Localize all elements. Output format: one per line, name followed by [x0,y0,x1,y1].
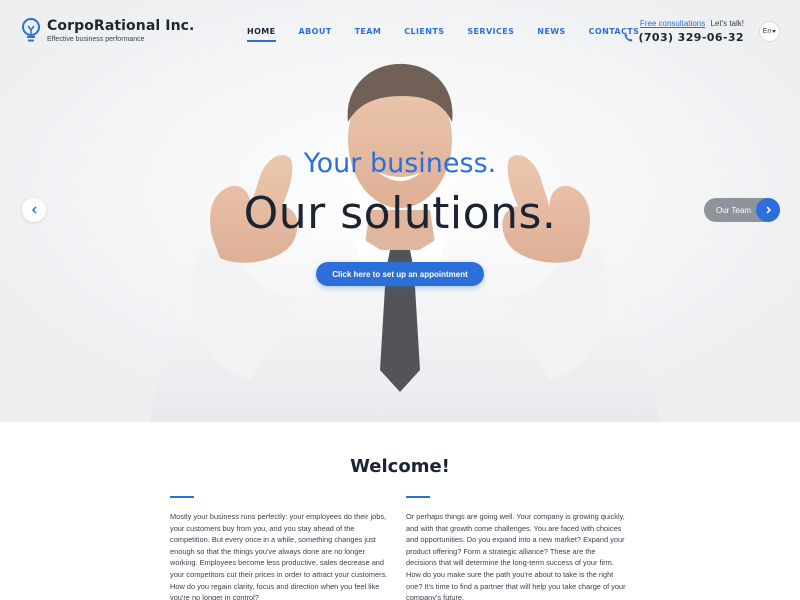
next-slide-circle [756,198,780,222]
nav-services[interactable]: SERVICES [467,25,514,42]
hero-title: Our solutions. [243,188,557,239]
caret-down-icon [772,30,777,33]
welcome-column-right: Or perhaps things are going well. Your c… [406,496,626,600]
nav-news[interactable]: NEWS [537,25,565,42]
hero-subtitle: Your business. [303,148,497,179]
header-contact: Free consultations Let's talk! (703) 329… [624,19,744,44]
lightbulb-icon [22,18,40,42]
welcome-title: Welcome! [350,456,450,477]
language-label: En [762,28,772,35]
next-slide-label: Our Team [716,205,751,215]
main-nav: HOME ABOUT TEAM CLIENTS SERVICES NEWS CO… [247,25,662,42]
nav-team[interactable]: TEAM [355,25,382,42]
phone-number[interactable]: (703) 329-06-32 [638,31,744,44]
nav-about[interactable]: ABOUT [299,25,332,42]
prev-slide-button[interactable] [22,198,46,222]
accent-divider [170,496,194,498]
chevron-right-icon [765,206,771,214]
phone-icon [624,33,633,42]
next-slide-button[interactable]: Our Team [704,198,780,222]
logo[interactable]: CorpoRational Inc. Effective business pe… [21,17,194,45]
welcome-column-left: Mostly your business runs perfectly: you… [170,496,390,600]
chevron-left-icon [31,206,37,214]
brand-tagline: Effective business performance [47,36,145,43]
accent-divider [406,496,430,498]
nav-clients[interactable]: CLIENTS [404,25,444,42]
appointment-button[interactable]: Click here to set up an appointment [316,262,484,286]
free-consultations-link[interactable]: Free consultations [640,19,705,28]
language-selector[interactable]: En [759,21,780,42]
welcome-text-right: Or perhaps things are going well. Your c… [406,512,626,600]
site-header: CorpoRational Inc. Effective business pe… [0,0,800,64]
nav-home[interactable]: HOME [247,25,276,42]
lets-talk-text: Let's talk! [710,19,744,28]
welcome-text-left: Mostly your business runs perfectly: you… [170,512,388,600]
brand-name: CorpoRational Inc. [47,18,195,34]
